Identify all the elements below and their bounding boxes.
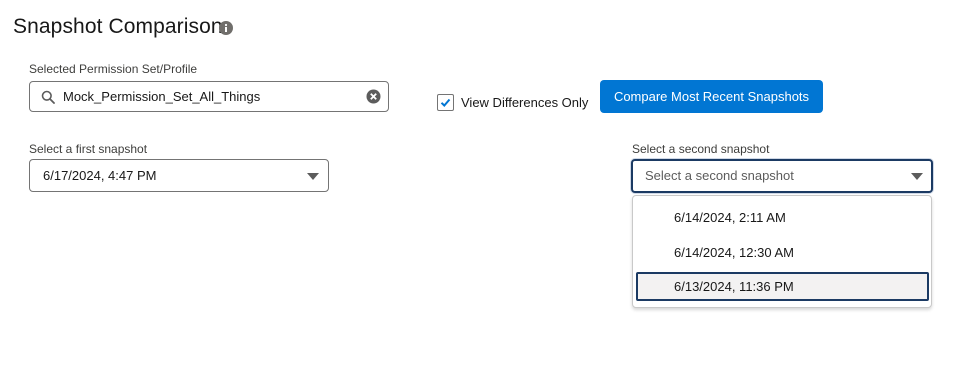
second-snapshot-placeholder: Select a second snapshot [645, 168, 794, 183]
snapshot-option-highlighted[interactable]: 6/13/2024, 11:36 PM [636, 272, 929, 301]
snapshot-option[interactable]: 6/14/2024, 2:11 AM [636, 203, 929, 232]
view-differences-checkbox[interactable] [437, 94, 454, 111]
search-icon [41, 90, 55, 104]
first-snapshot-label: Select a first snapshot [29, 142, 148, 156]
permission-set-label: Selected Permission Set/Profile [29, 62, 198, 76]
chevron-down-icon [307, 173, 319, 180]
permission-set-value: Mock_Permission_Set_All_Things [63, 89, 261, 104]
chevron-down-icon [911, 173, 923, 180]
checkmark-icon [440, 98, 451, 107]
clear-icon[interactable] [366, 89, 381, 104]
compare-snapshots-button[interactable]: Compare Most Recent Snapshots [600, 80, 823, 113]
page-title: Snapshot Comparison [13, 15, 223, 38]
second-snapshot-select[interactable]: Select a second snapshot [631, 159, 933, 193]
info-icon[interactable] [219, 21, 233, 35]
snapshot-option[interactable]: 6/14/2024, 12:30 AM [636, 238, 929, 267]
second-snapshot-label: Select a second snapshot [632, 142, 770, 156]
view-differences-label: View Differences Only [461, 95, 589, 110]
second-snapshot-dropdown: 6/14/2024, 2:11 AM 6/14/2024, 12:30 AM 6… [632, 195, 932, 308]
permission-set-search-input[interactable]: Mock_Permission_Set_All_Things [29, 81, 389, 112]
first-snapshot-value: 6/17/2024, 4:47 PM [43, 168, 157, 183]
first-snapshot-select[interactable]: 6/17/2024, 4:47 PM [29, 159, 329, 192]
